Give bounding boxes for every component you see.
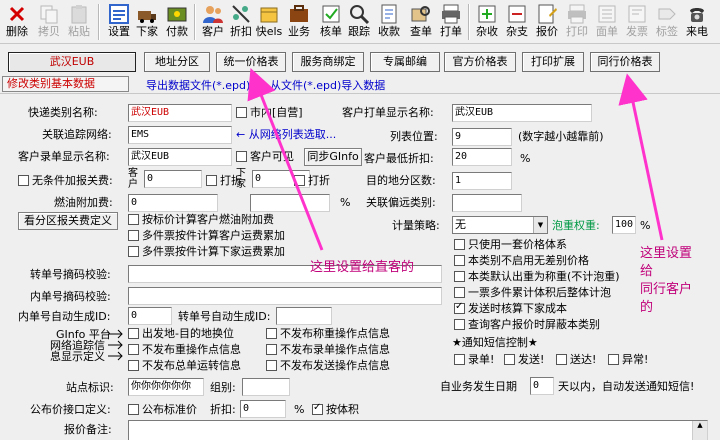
arrow-to-peer-price	[618, 73, 664, 241]
arrow-to-unified-price	[247, 68, 324, 251]
annotation-arrows	[247, 68, 664, 251]
